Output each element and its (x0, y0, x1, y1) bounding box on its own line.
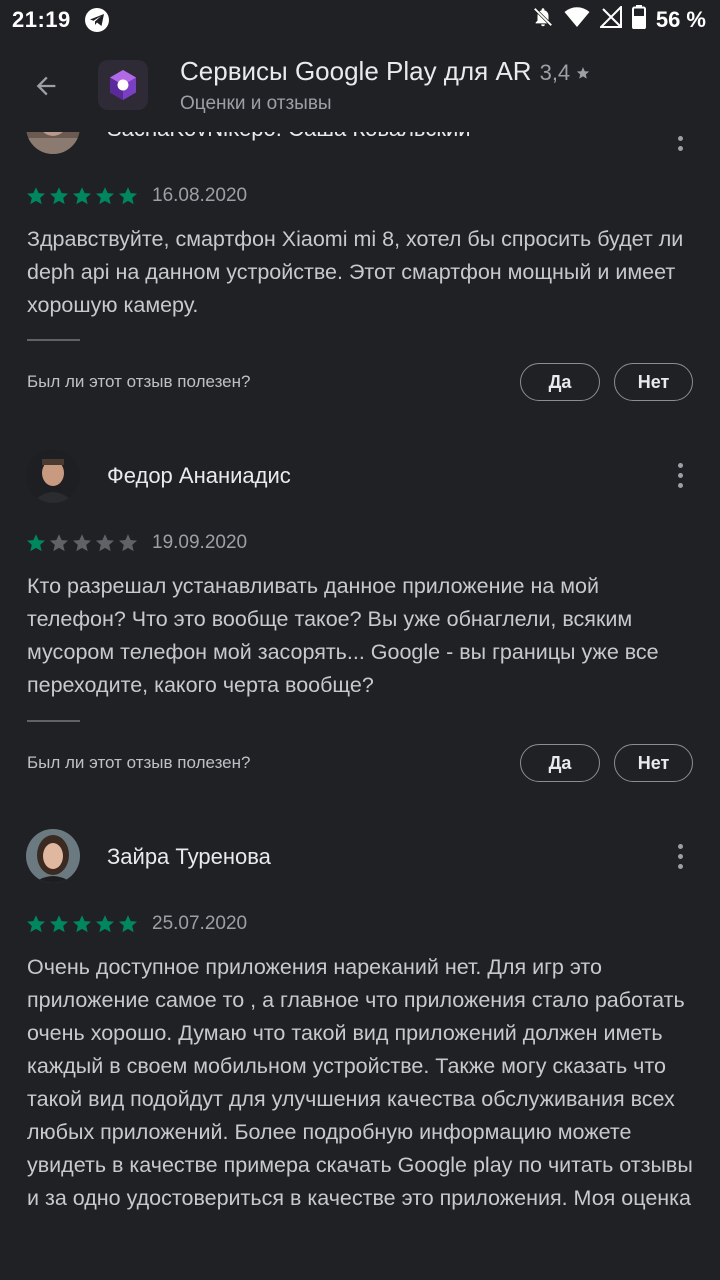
more-options-button[interactable] (664, 132, 696, 158)
review-text: Здравствуйте, смартфон Xiaomi mi 8, хоте… (27, 227, 684, 317)
helpful-question: Был ли этот отзыв полезен? (27, 372, 251, 391)
rating-stars (26, 914, 138, 934)
star-empty-icon (50, 534, 68, 552)
reviews-list[interactable]: SachaKovNikepo. Саша Ковальский 16.08.20… (0, 132, 720, 1280)
review-author: Федор Ананиадис (107, 463, 291, 488)
app-subtitle: Оценки и отзывы (180, 93, 332, 114)
star-empty-icon (96, 534, 114, 552)
review-author: SachaKovNikepo. Саша Ковальский (107, 132, 471, 142)
star-filled-icon (73, 187, 91, 205)
divider (27, 720, 80, 722)
star-filled-icon (96, 915, 114, 933)
helpful-no-button[interactable]: Нет (614, 363, 693, 401)
more-options-button[interactable] (664, 455, 696, 495)
rating-stars (26, 186, 138, 206)
avatar (26, 829, 80, 883)
star-empty-icon (73, 534, 91, 552)
divider (27, 339, 80, 341)
more-options-button[interactable] (664, 836, 696, 876)
back-button[interactable] (22, 62, 70, 110)
star-filled-icon (50, 915, 68, 933)
helpful-no-button[interactable]: Нет (614, 744, 693, 782)
telegram-icon (84, 8, 109, 32)
battery-percent: 56 % (655, 7, 706, 32)
helpful-question: Был ли этот отзыв полезен? (27, 753, 251, 772)
arrow-back-icon (36, 76, 56, 96)
app-rating-value: 3,4 (539, 60, 571, 85)
star-filled-icon (50, 187, 68, 205)
star-filled-icon (73, 915, 91, 933)
wifi-icon (564, 6, 590, 34)
app-title: Сервисы Google Play для AR 3,4 (180, 56, 590, 87)
status-bar: 21:19 56 % (0, 0, 720, 40)
star-empty-icon (119, 534, 137, 552)
review-date: 19.09.2020 (152, 532, 248, 553)
rating-stars (26, 533, 138, 553)
star-filled-icon (27, 915, 45, 933)
app-bar: Сервисы Google Play для AR 3,4 Оценки и о… (0, 40, 720, 132)
star-filled-icon (96, 187, 114, 205)
helpful-yes-button[interactable]: Да (520, 744, 600, 782)
helpful-yes-button[interactable]: Да (520, 363, 600, 401)
star-filled-icon (119, 187, 137, 205)
avatar (26, 132, 80, 154)
star-filled-icon (119, 915, 137, 933)
review-author: Зайра Туренова (107, 844, 271, 869)
battery-icon (631, 5, 646, 35)
star-filled-icon (27, 534, 45, 552)
app-rating: 3,4 (540, 60, 591, 85)
notifications-off-icon (532, 6, 554, 34)
review-text: Очень доступное приложения нареканий нет… (27, 955, 693, 1210)
status-time: 21:19 (12, 7, 71, 32)
avatar (26, 449, 80, 503)
star-filled-icon (27, 187, 45, 205)
app-icon (98, 60, 148, 110)
review-text: Кто разрешал устанавливать данное прилож… (27, 574, 659, 697)
signal-off-icon (598, 4, 622, 34)
review-date: 16.08.2020 (152, 185, 248, 206)
app-title-text: Сервисы Google Play для AR (180, 56, 532, 86)
star-small-icon (577, 67, 590, 79)
review-date: 25.07.2020 (152, 913, 248, 934)
